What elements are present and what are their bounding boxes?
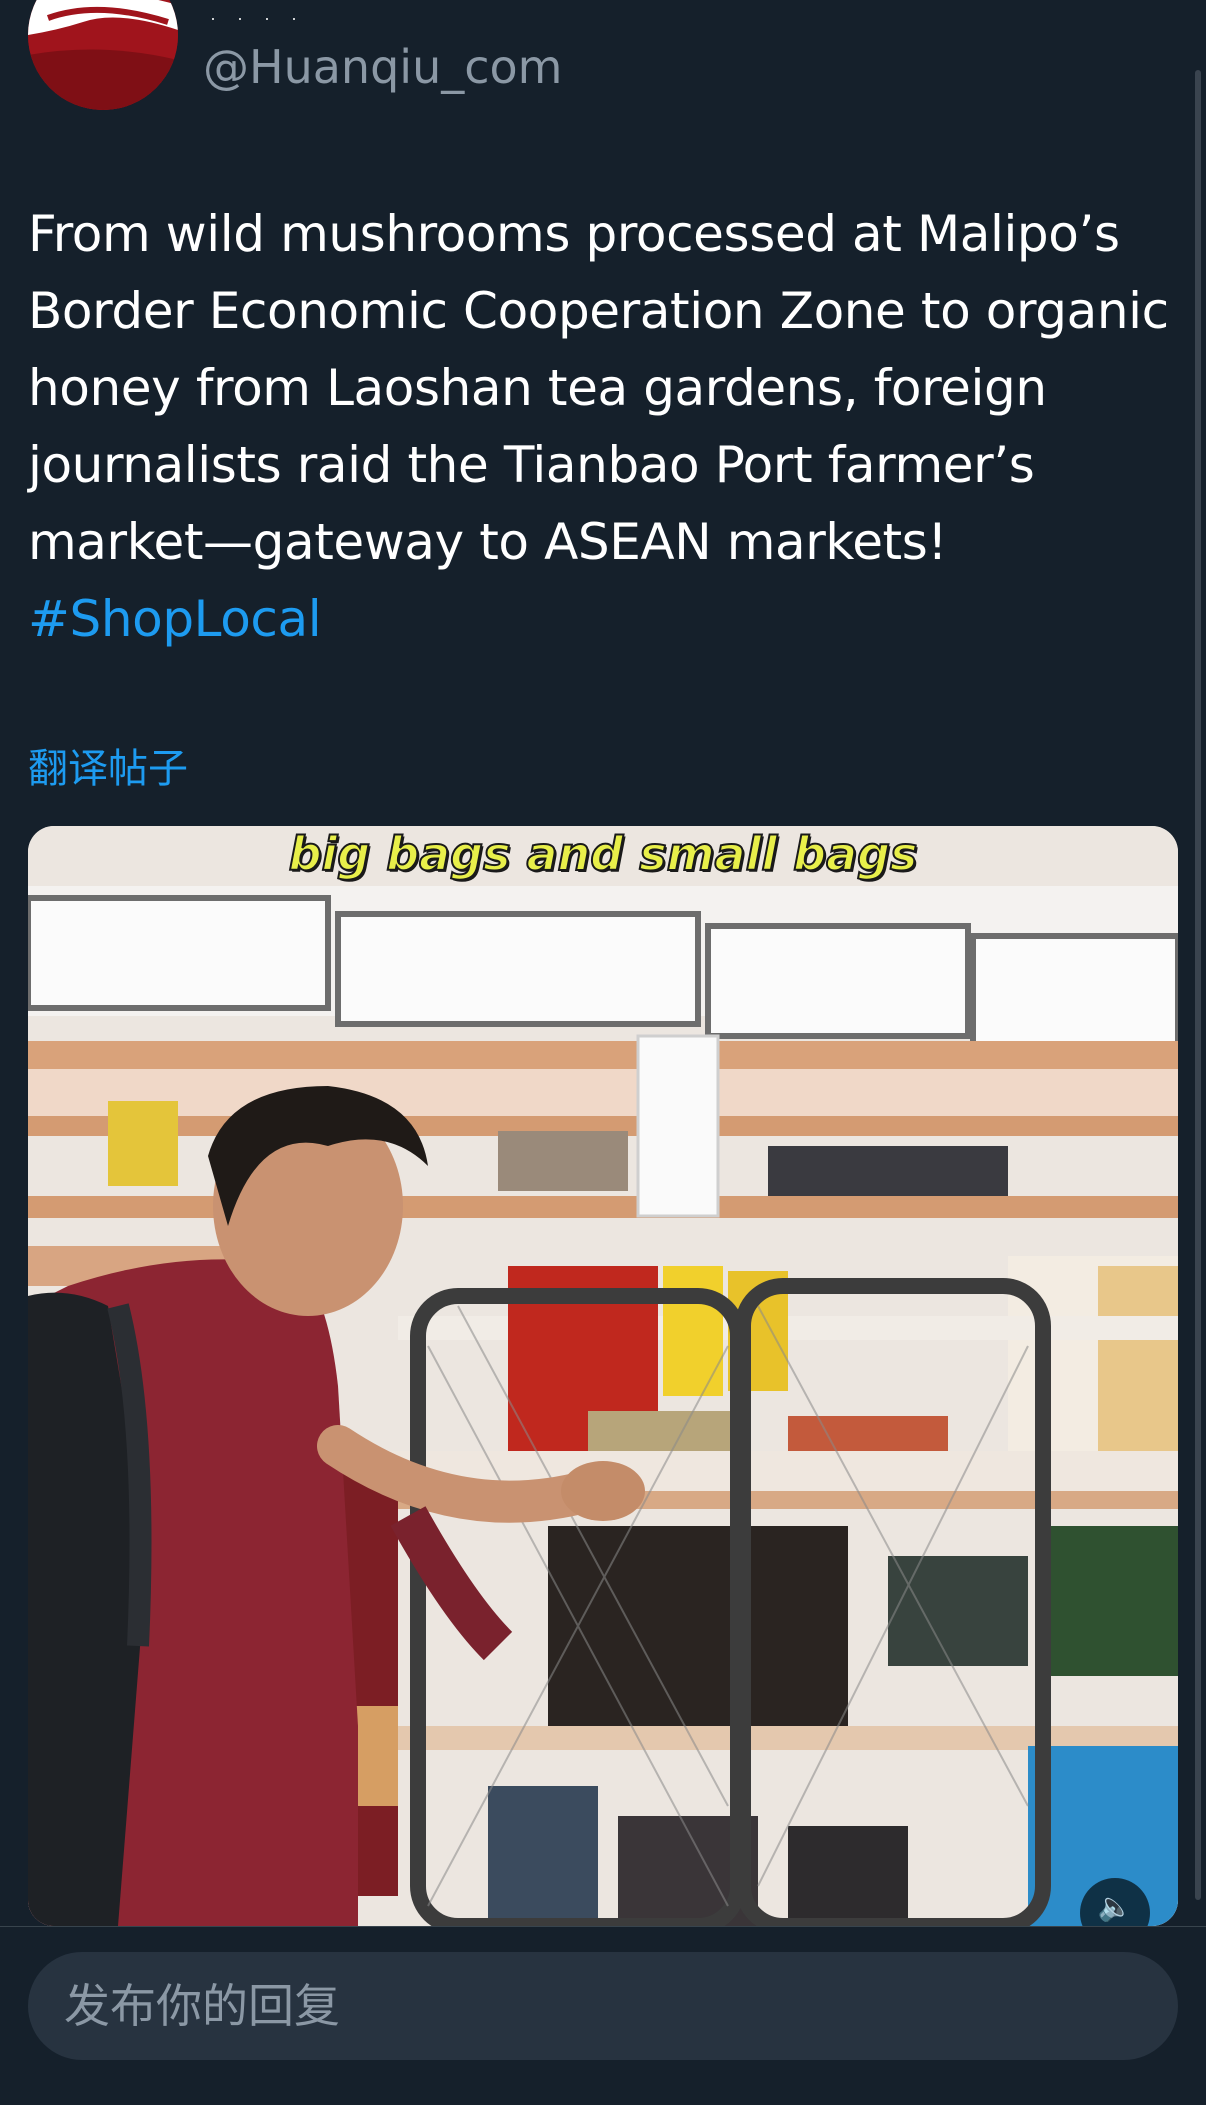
- video-frame: [28, 826, 1178, 1926]
- tweet-header: · · · · @Huanqiu_com: [0, 0, 1206, 130]
- avatar-logo-icon: [28, 0, 178, 110]
- avatar[interactable]: [28, 0, 178, 110]
- video-caption: big bags and small bags: [288, 826, 919, 882]
- display-name-fragment: · · · ·: [210, 8, 305, 24]
- author-handle[interactable]: @Huanqiu_com: [203, 40, 562, 94]
- tweet-body: From wild mushrooms processed at Malipo’…: [28, 205, 1169, 571]
- tweet-text: From wild mushrooms processed at Malipo’…: [28, 196, 1178, 658]
- translate-post-link[interactable]: 翻译帖子: [28, 736, 188, 794]
- reply-bar: [0, 1926, 1206, 2105]
- reply-input[interactable]: [28, 1952, 1178, 2060]
- video-player[interactable]: big bags and small bags 🔈: [28, 826, 1178, 1926]
- hashtag-link[interactable]: #ShopLocal: [28, 590, 322, 648]
- scrollbar[interactable]: [1195, 70, 1201, 1900]
